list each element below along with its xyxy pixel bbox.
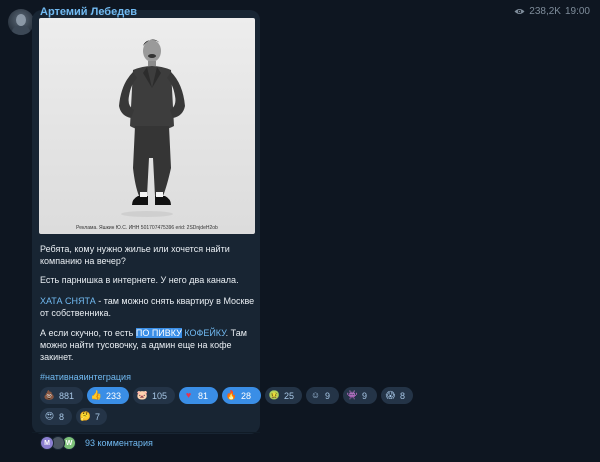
poop-emoji-icon: 💩 <box>43 390 56 400</box>
ad-disclaimer: Реклама. Яшкин Ю.С. ИНН 501707475396 eri… <box>76 225 218 231</box>
reaction-count: 81 <box>198 390 209 401</box>
reaction-count: 881 <box>59 390 75 401</box>
pig-emoji-icon: 🐷 <box>136 390 149 400</box>
channel-link-hata-snyata[interactable]: ХАТА СНЯТА <box>40 296 96 306</box>
post-paragraph-4: А если скучно, то есть ПО ПИВКУ КОФЕЙКУ.… <box>40 327 256 363</box>
reaction-slightly-smile[interactable]: ☺ 9 <box>306 387 339 404</box>
post-paragraph-2: Есть парнишка в интернете. У него два ка… <box>40 275 239 285</box>
reaction-thinking[interactable]: 🤔 7 <box>76 408 107 425</box>
commenter-avatar: M <box>40 436 54 450</box>
thinking-emoji-icon: 🤔 <box>79 411 92 421</box>
reaction-count: 9 <box>325 390 331 401</box>
reaction-heart[interactable]: ♥ 81 <box>179 387 218 404</box>
comments-divider <box>32 432 260 433</box>
reaction-heart-eyes[interactable]: 😍 8 <box>40 408 72 425</box>
reaction-count: 105 <box>152 390 168 401</box>
reaction-count: 28 <box>241 390 252 401</box>
reaction-alien[interactable]: 👾 9 <box>343 387 377 404</box>
reaction-count: 8 <box>400 390 406 401</box>
reaction-pig[interactable]: 🐷 105 <box>133 387 175 404</box>
reaction-scream[interactable]: 😱 8 <box>381 387 413 404</box>
heart-eyes-emoji-icon: 😍 <box>44 411 55 421</box>
channel-link-po-pivku[interactable]: ПО ПИВКУ <box>135 328 182 338</box>
heart-emoji-icon: ♥ <box>185 390 192 400</box>
thumbs-up-emoji-icon: 👍 <box>90 390 103 400</box>
reaction-count: 9 <box>362 390 368 401</box>
commenter-avatars: MW <box>40 436 80 450</box>
comments-button[interactable]: MW 93 комментария <box>40 436 153 450</box>
chat-view: Артемий Лебедев 238,2K 19:00 Реклама. Яш… <box>0 0 600 462</box>
slightly-smile-emoji-icon: ☺ <box>310 390 321 400</box>
channel-name[interactable]: Артемий Лебедев <box>40 6 137 18</box>
man-in-suit-illustration <box>119 39 185 217</box>
hashtag-link[interactable]: #нативнаяинтеграция <box>40 372 131 382</box>
reaction-fire[interactable]: 🔥 28 <box>222 387 261 404</box>
post-photo[interactable]: Реклама. Яшкин Ю.С. ИНН 501707475396 eri… <box>39 18 255 234</box>
post-paragraph-4-text-a: А если скучно, то есть <box>40 328 136 338</box>
message-meta: 238,2K 19:00 <box>514 6 590 17</box>
eye-icon <box>514 9 525 14</box>
reaction-nauseated[interactable]: 🤢 25 <box>265 387 302 404</box>
nauseated-emoji-icon: 🤢 <box>268 390 281 400</box>
reaction-poop[interactable]: 💩 881 <box>40 387 83 404</box>
comments-label: 93 комментария <box>85 438 153 448</box>
view-count: 238,2K <box>529 6 561 17</box>
fire-emoji-icon: 🔥 <box>225 390 238 400</box>
message-time: 19:00 <box>564 6 590 17</box>
post-paragraph-1: Ребята, кому нужно жилье или хочется най… <box>40 244 230 266</box>
reaction-thumbs-up[interactable]: 👍 233 <box>87 387 129 404</box>
reaction-count: 7 <box>95 411 101 422</box>
channel-link-kofeyku[interactable]: КОФЕЙКУ <box>182 328 225 338</box>
scream-emoji-icon: 😱 <box>385 390 396 400</box>
reaction-count: 233 <box>106 390 122 401</box>
channel-avatar[interactable] <box>8 9 34 35</box>
reaction-count: 8 <box>59 411 65 422</box>
reaction-count: 25 <box>284 390 295 401</box>
alien-emoji-icon: 👾 <box>346 390 359 400</box>
post-paragraph-3: ХАТА СНЯТА - там можно снять квартиру в … <box>40 295 256 319</box>
